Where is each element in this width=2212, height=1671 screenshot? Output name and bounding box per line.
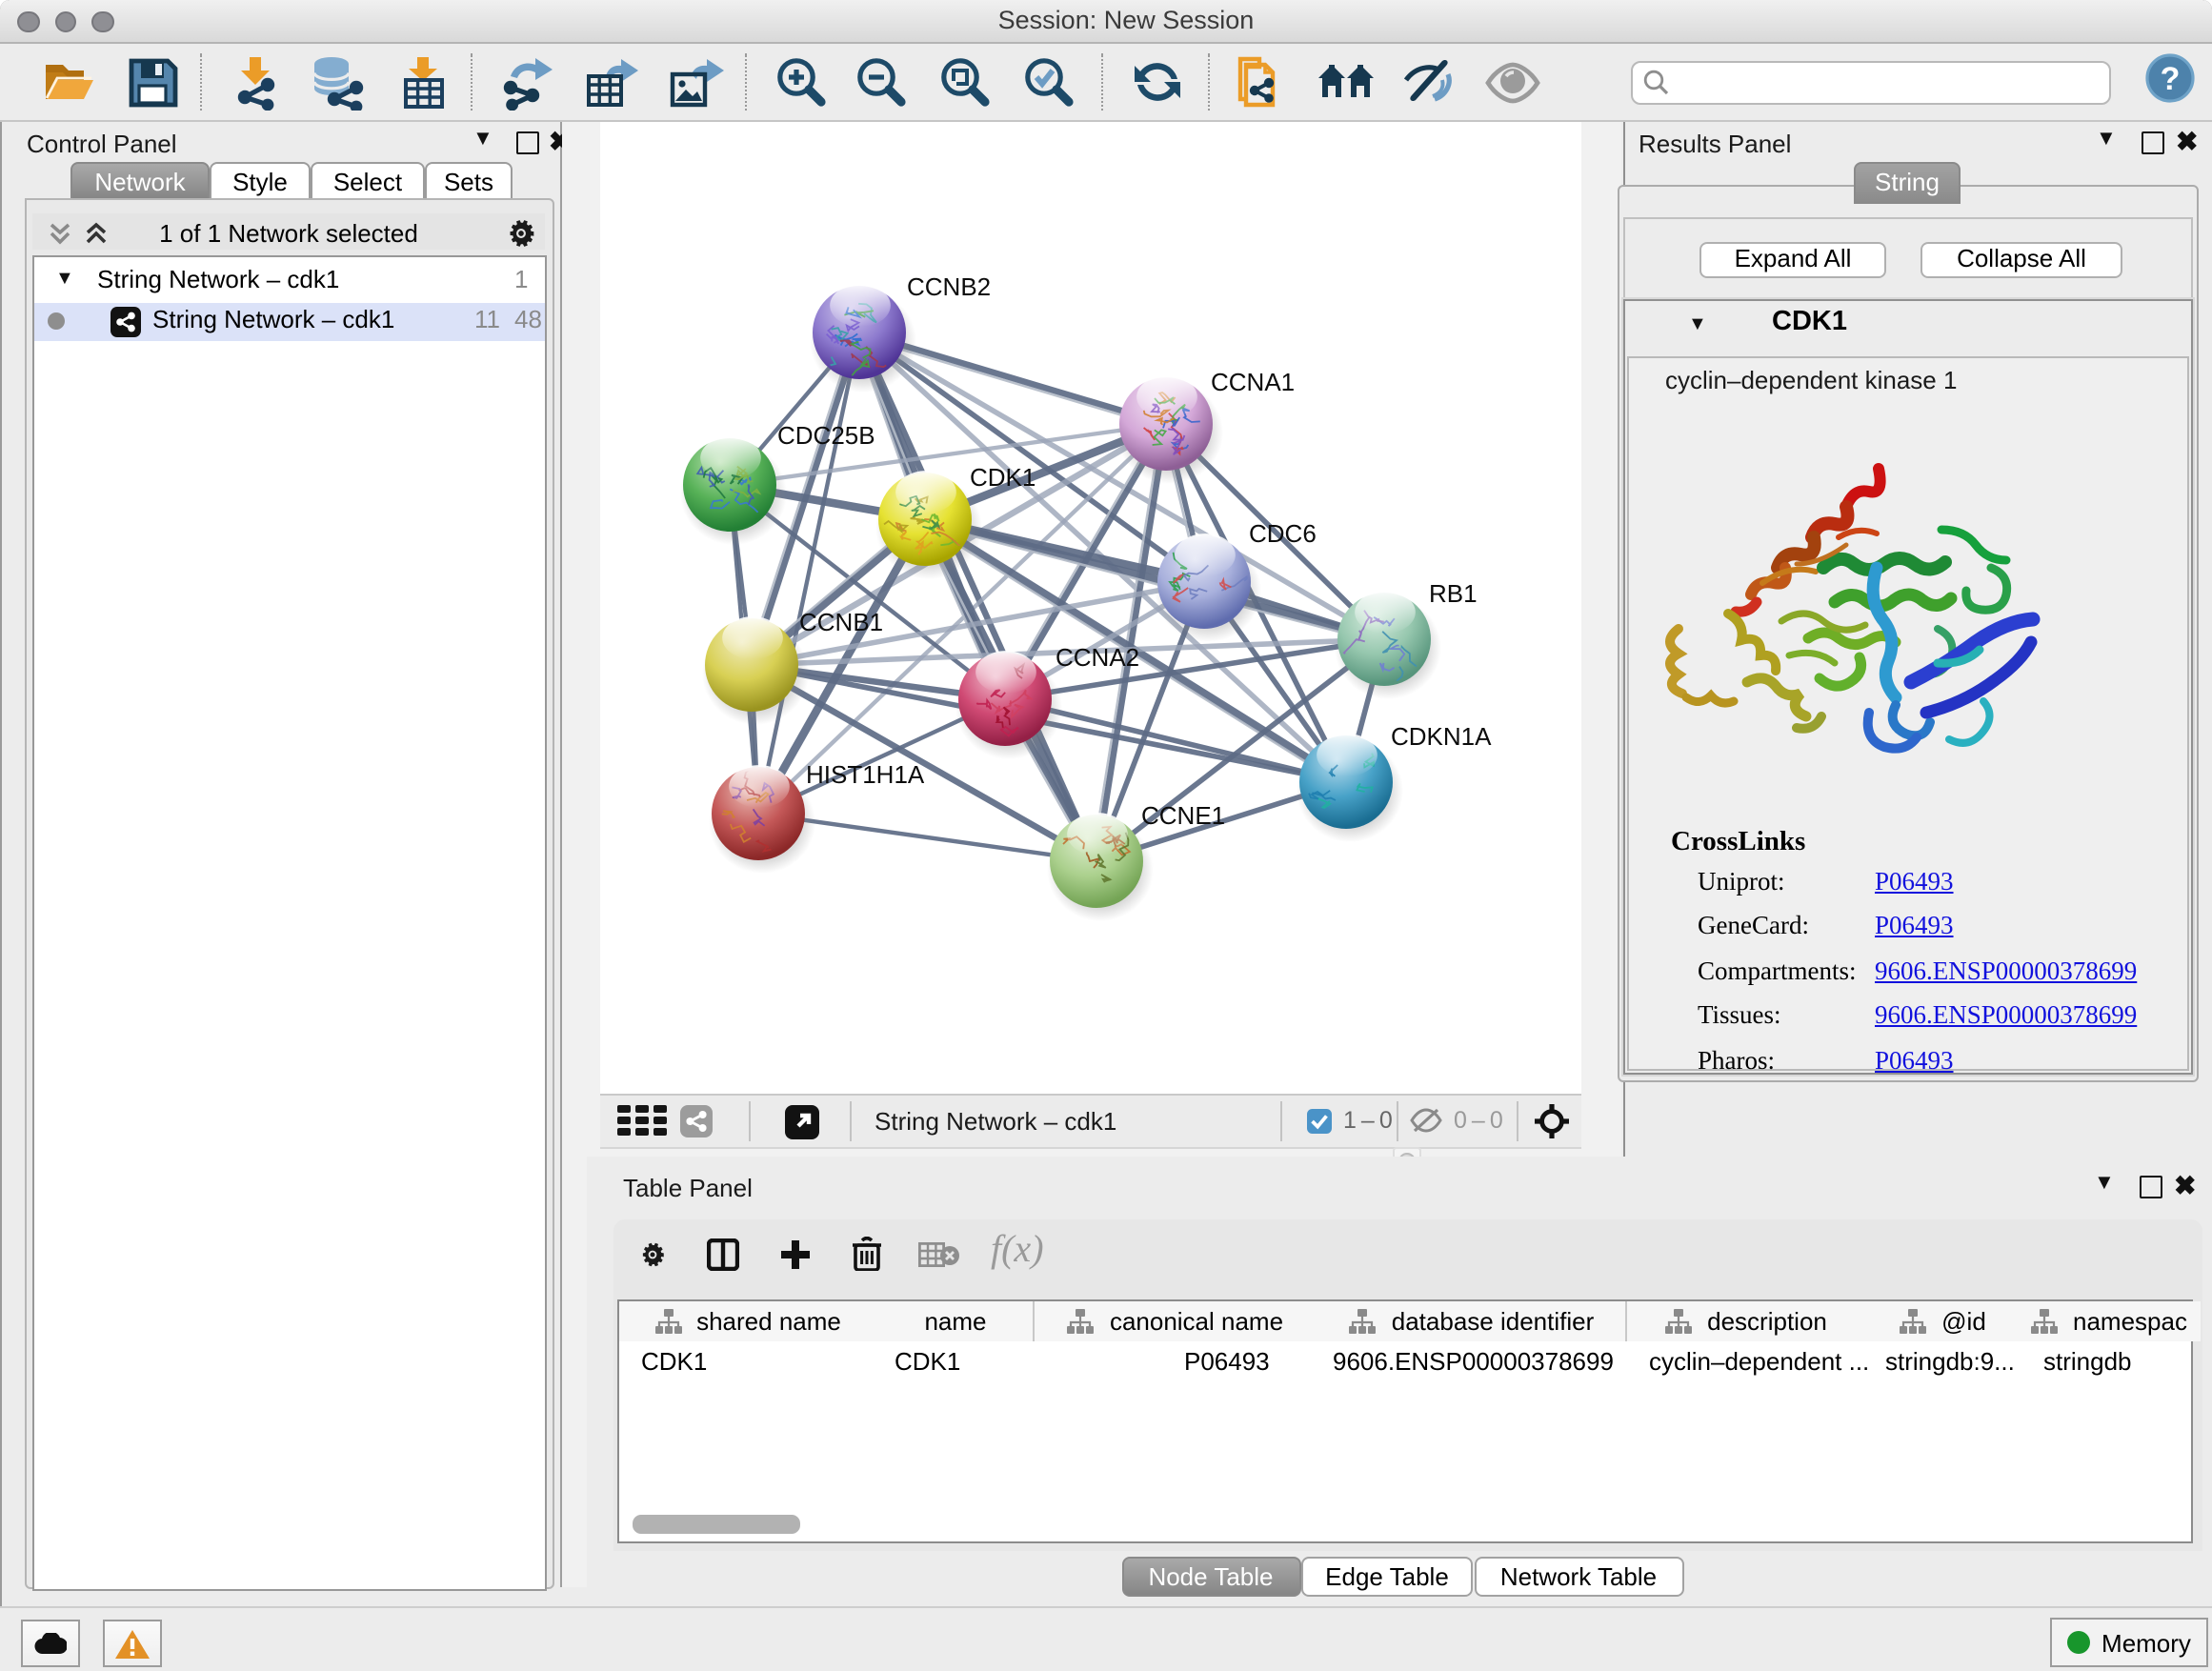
svg-text:CCNB2: CCNB2 <box>907 272 991 301</box>
svg-text:CCNA2: CCNA2 <box>1056 643 1139 672</box>
svg-text:CDC6: CDC6 <box>1249 519 1317 548</box>
svg-text:CCNB1: CCNB1 <box>799 608 883 636</box>
svg-text:CDC25B: CDC25B <box>777 421 875 450</box>
svg-text:?: ? <box>2161 61 2181 97</box>
svg-text:CDKN1A: CDKN1A <box>1391 722 1492 751</box>
svg-text:RB1: RB1 <box>1429 579 1478 608</box>
svg-text:HIST1H1A: HIST1H1A <box>806 760 925 789</box>
svg-text:CCNA1: CCNA1 <box>1211 368 1295 396</box>
svg-text:CDK1: CDK1 <box>970 463 1036 492</box>
svg-text:CCNE1: CCNE1 <box>1141 801 1225 830</box>
